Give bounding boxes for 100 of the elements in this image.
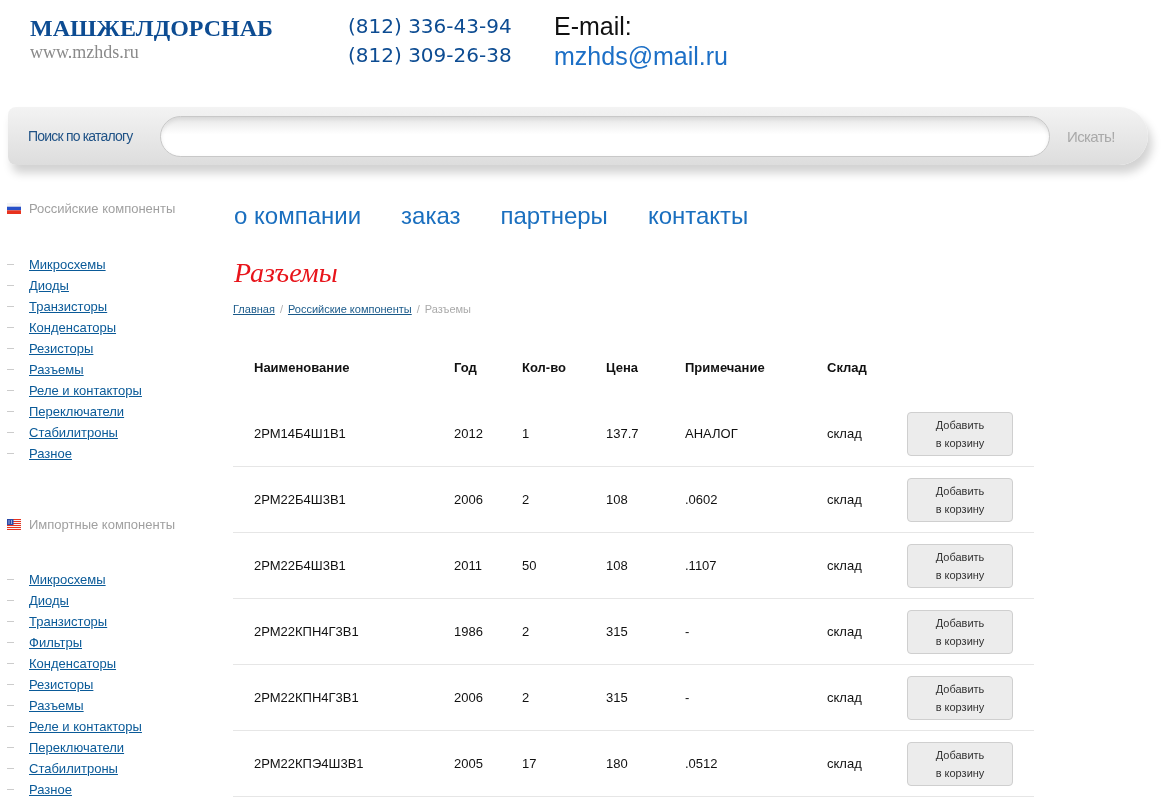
dash-icon (7, 348, 14, 349)
dash-icon (7, 327, 14, 328)
sidebar-link[interactable]: Переключатели (29, 403, 125, 420)
table-cell: 315 (606, 690, 628, 705)
table-cell: 2РМ22КПН4Г3В1 (254, 690, 359, 705)
search-label: Поиск по каталогу (28, 128, 134, 144)
table-cell: 17 (522, 756, 537, 771)
sidebar-link[interactable]: Транзисторы (29, 613, 108, 630)
dash-icon (7, 432, 14, 433)
dash-icon (7, 285, 14, 286)
column-header: Примечание (685, 359, 765, 375)
table-cell: 2 (522, 624, 530, 639)
table-cell: 2006 (454, 492, 483, 507)
breadcrumb-separator: / (416, 302, 420, 316)
sidebar-link[interactable]: Разъемы (29, 697, 84, 714)
table-cell: .0512 (685, 756, 718, 771)
table-cell: - (685, 624, 690, 639)
table-cell: 2011 (454, 558, 482, 573)
sidebar-link[interactable]: Разное (29, 445, 72, 462)
logo-text: МАШЖЕЛДОРСНАБ (30, 14, 273, 42)
dash-icon (7, 579, 14, 580)
breadcrumb-current: Разъемы (424, 302, 472, 316)
group-title: Российские компоненты (29, 200, 176, 216)
column-header: Кол-во (522, 359, 566, 375)
dash-icon (7, 768, 14, 769)
sidebar-link[interactable]: Диоды (29, 592, 69, 609)
phone-number: (812) 336-43-94 (348, 13, 512, 40)
table-cell: 2РМ22Б4Ш3В1 (254, 558, 346, 573)
nav-link[interactable]: заказ (401, 201, 461, 231)
phone-number: (812) 309-26-38 (348, 42, 512, 69)
sidebar-link[interactable]: Конденсаторы (29, 319, 117, 336)
breadcrumb-separator: / (279, 302, 283, 316)
dash-icon (7, 264, 14, 265)
table-cell: 2РМ14Б4Ш1В1 (254, 426, 346, 441)
sidebar-link[interactable]: Переключатели (29, 739, 125, 756)
add-to-cart-button[interactable]: Добавить в корзину (907, 741, 1013, 786)
sidebar-link[interactable]: Разъемы (29, 361, 84, 378)
table-cell: 2РМ22КПЭ4Ш3В1 (254, 756, 364, 771)
sidebar-link[interactable]: Диоды (29, 277, 69, 294)
table-cell: 315 (606, 624, 628, 639)
sidebar-link[interactable]: Конденсаторы (29, 655, 117, 672)
nav-link[interactable]: контакты (647, 201, 749, 231)
page-title: Разъемы (234, 256, 338, 290)
sidebar-link[interactable]: Реле и контакторы (29, 718, 142, 735)
sidebar-link[interactable]: Микросхемы (29, 571, 106, 588)
table-cell: - (685, 690, 690, 705)
add-to-cart-button[interactable]: Добавить в корзину (907, 477, 1013, 522)
table-cell: 2006 (454, 690, 483, 705)
group-title: Импортные компоненты (29, 516, 175, 532)
nav-link[interactable]: о компании (234, 201, 362, 231)
table-cell: склад (827, 690, 862, 705)
nav-link[interactable]: партнеры (500, 201, 608, 231)
sidebar-link[interactable]: Стабилитроны (29, 424, 118, 441)
dash-icon (7, 600, 14, 601)
sidebar-link[interactable]: Разное (29, 781, 72, 798)
table-cell: 2 (522, 492, 530, 507)
sidebar-link[interactable]: Стабилитроны (29, 760, 118, 777)
email-link[interactable]: mzhds@mail.ru (554, 41, 729, 72)
add-to-cart-button[interactable]: Добавить в корзину (907, 675, 1013, 720)
email-label: E-mail: (554, 12, 632, 41)
table-cell: 180 (606, 756, 628, 771)
sidebar-link[interactable]: Резисторы (29, 676, 94, 693)
add-to-cart-button[interactable]: Добавить в корзину (907, 411, 1013, 456)
dash-icon (7, 306, 14, 307)
dash-icon (7, 411, 14, 412)
column-header: Склад (827, 359, 867, 375)
dash-icon (7, 705, 14, 706)
table-cell: 1986 (454, 624, 483, 639)
breadcrumb-link[interactable]: Главная (233, 302, 275, 316)
dash-icon (7, 390, 14, 391)
dash-icon (7, 747, 14, 748)
dash-icon (7, 621, 14, 622)
dash-icon (7, 663, 14, 664)
sidebar-link[interactable]: Реле и контакторы (29, 382, 142, 399)
dash-icon (7, 369, 14, 370)
dash-icon (7, 789, 14, 790)
table-cell: склад (827, 558, 862, 573)
sidebar-link[interactable]: Транзисторы (29, 298, 108, 315)
site-address: www.mzhds.ru (30, 42, 139, 62)
add-to-cart-button[interactable]: Добавить в корзину (907, 609, 1013, 654)
add-to-cart-button[interactable]: Добавить в корзину (907, 543, 1013, 588)
dash-icon (7, 453, 14, 454)
table-cell: склад (827, 756, 862, 771)
sidebar-link[interactable]: Фильтры (29, 634, 82, 651)
tricolor-flag-icon (7, 202, 21, 214)
sidebar-link[interactable]: Резисторы (29, 340, 94, 357)
dash-icon (7, 684, 14, 685)
table-cell: 108 (606, 492, 628, 507)
table-cell: АНАЛОГ (685, 426, 738, 441)
table-cell: 108 (606, 558, 628, 573)
table-cell: .0602 (685, 492, 718, 507)
table-cell: 2РМ22Б4Ш3В1 (254, 492, 346, 507)
dash-icon (7, 726, 14, 727)
table-cell: склад (827, 426, 862, 441)
sidebar-link[interactable]: Микросхемы (29, 256, 106, 273)
table-cell: .1107 (685, 558, 717, 573)
table-cell: 2012 (454, 426, 483, 441)
breadcrumb-link[interactable]: Российские компоненты (287, 302, 412, 316)
table-cell: 50 (522, 558, 537, 573)
search-field[interactable] (160, 115, 1050, 157)
